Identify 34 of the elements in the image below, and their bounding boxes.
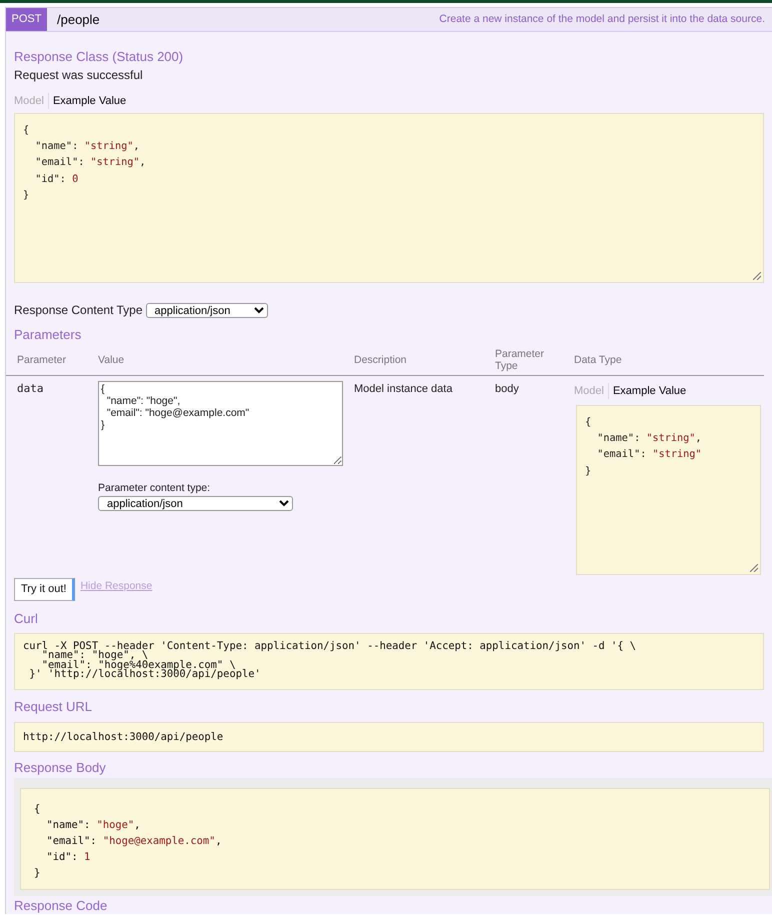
operation-summary: Create a new instance of the model and persist it into the data source. [439,12,765,27]
example-value-tab[interactable]: Example Value [48,93,130,109]
example-json-text: { "name": "string", "email": "string", "id": 0 } [22,124,147,203]
section-heading: Response Code [14,898,108,914]
try-it-out-button[interactable]: Try it out! [14,578,76,601]
field-label: Response Content Type [14,302,143,319]
section-heading: Response Class (Status 200) [14,49,184,65]
endpoint-path: /people [57,10,100,29]
column-header: Parameter [6,346,95,376]
example-value-tab[interactable]: Example Value [608,383,690,399]
json-input[interactable]: { "name": "hoge", "email": "hoge@example.com" } [98,381,343,466]
parameter-name: data [17,382,44,395]
method-badge: POST [6,8,47,31]
response-message: Request was successful [14,68,144,82]
content-type-select[interactable]: application/json [146,302,268,318]
section-heading: Response Body [14,760,107,776]
response-json-text: { "name": "hoge", "email": "hoge@example.com", "id": 1 } [33,802,223,882]
field-label: Parameter content type: [98,482,212,494]
column-header: Parameter Type [492,346,571,376]
column-header: Data Type [571,346,764,376]
curl-command-text: curl -X POST --header 'Content-Type: application/json' --header 'Accept: application/json' -d '{ \ "name": "hoge", \ "email": "hoge%40example.com" \ }' 'http://localhost:3000/api/people' [22,639,638,682]
parameter-description: Model instance data [354,383,452,395]
operation-header[interactable]: POST /people Create a new instance of the model and persist it into the data source. [6,8,772,32]
parameter-type: body [495,383,519,395]
resize-grip-icon[interactable] [753,272,761,280]
request-url-text: http://localhost:3000/api/people [22,730,224,746]
resize-grip-icon[interactable] [750,564,758,572]
example-json-text: { "name": "string", "email": "string" } [584,416,703,479]
section-heading: Request URL [14,699,94,716]
content-type-select[interactable]: application/json [98,496,293,511]
column-header: Description [351,346,492,376]
column-header: Value [95,346,351,376]
section-heading: Curl [14,611,39,627]
section-heading: Parameters [14,327,82,343]
